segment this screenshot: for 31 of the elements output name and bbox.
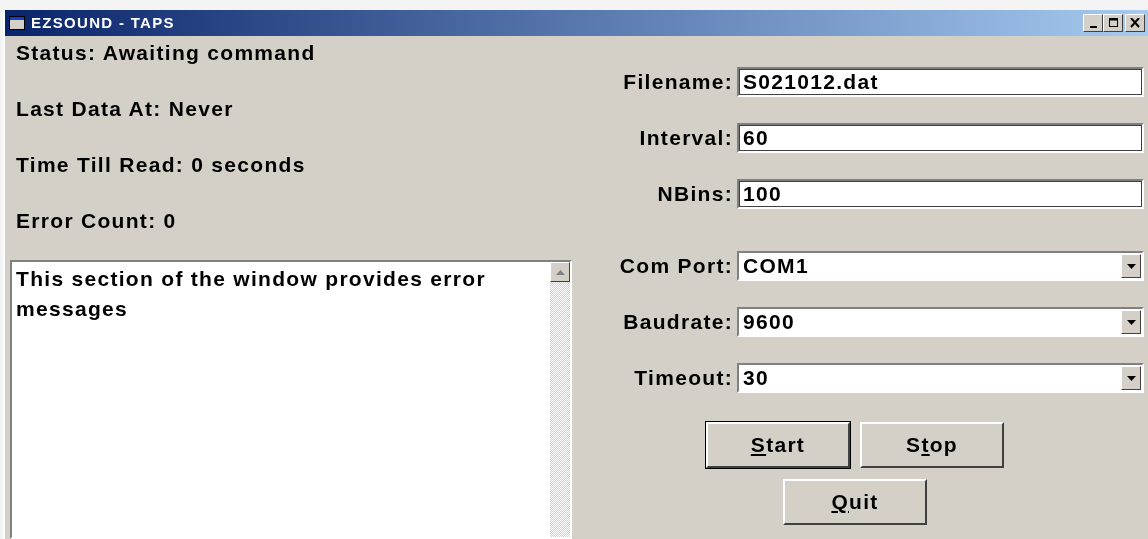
up-arrow-icon	[555, 269, 565, 275]
field-label: Timeout:	[633, 365, 734, 392]
maximize-button[interactable]	[1103, 14, 1123, 32]
window-icon	[9, 16, 25, 30]
status-text: Error Count: 0	[15, 208, 178, 234]
field-label: Filename:	[622, 69, 734, 96]
close-icon	[1129, 18, 1141, 28]
window-title: EZSOUND - TAPS	[31, 12, 176, 33]
scroll-up-button[interactable]	[550, 262, 570, 282]
minimize-button[interactable]	[1083, 14, 1103, 32]
scrollbar[interactable]	[550, 262, 570, 537]
maximize-icon	[1107, 18, 1119, 28]
input-field[interactable]: S021012.dat	[737, 67, 1144, 97]
command-button[interactable]: Stop	[860, 422, 1004, 468]
field-label: Com Port:	[618, 253, 734, 280]
minimize-icon	[1089, 26, 1097, 28]
field-label: Baudrate:	[622, 309, 734, 336]
close-button[interactable]	[1125, 14, 1145, 32]
dropdown[interactable]: 9600	[737, 307, 1144, 337]
message-area[interactable]: This section of the window provides error messages	[10, 260, 572, 539]
field-label: Interval:	[638, 125, 734, 152]
dropdown[interactable]: COM1	[737, 251, 1144, 281]
status-text: Time Till Read: 0 seconds	[15, 152, 307, 178]
command-button[interactable]: Start	[706, 422, 850, 468]
dropdown[interactable]: 30	[737, 363, 1144, 393]
status-text: Status: Awaiting command	[15, 40, 317, 66]
field-label: NBins:	[656, 181, 734, 208]
command-button[interactable]: Quit	[783, 479, 927, 525]
input-field[interactable]: 60	[737, 123, 1144, 153]
status-text: Last Data At: Never	[15, 96, 235, 122]
input-field[interactable]: 100	[737, 179, 1144, 209]
